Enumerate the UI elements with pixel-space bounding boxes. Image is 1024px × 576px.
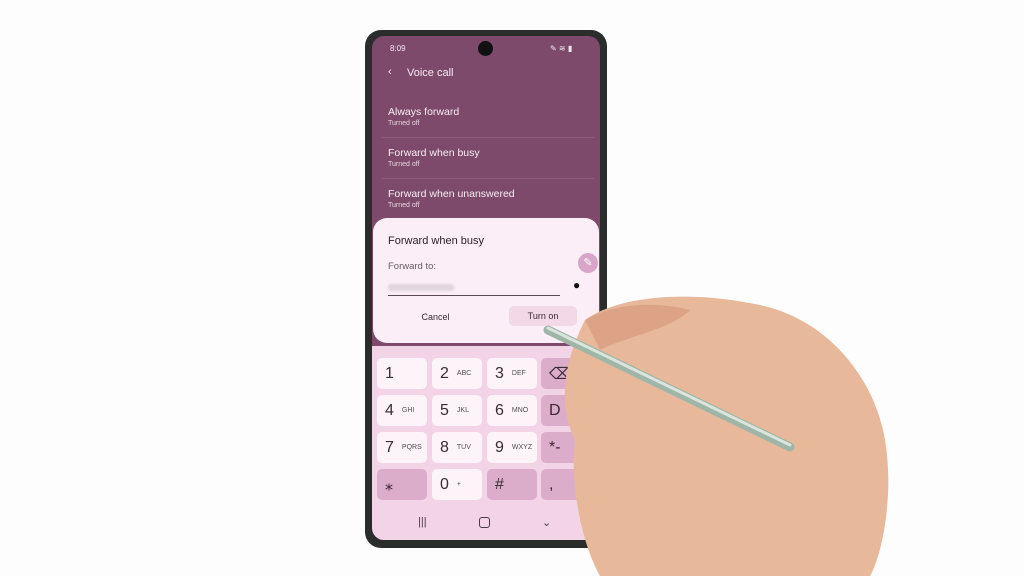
hand-with-stylus [543, 296, 889, 576]
